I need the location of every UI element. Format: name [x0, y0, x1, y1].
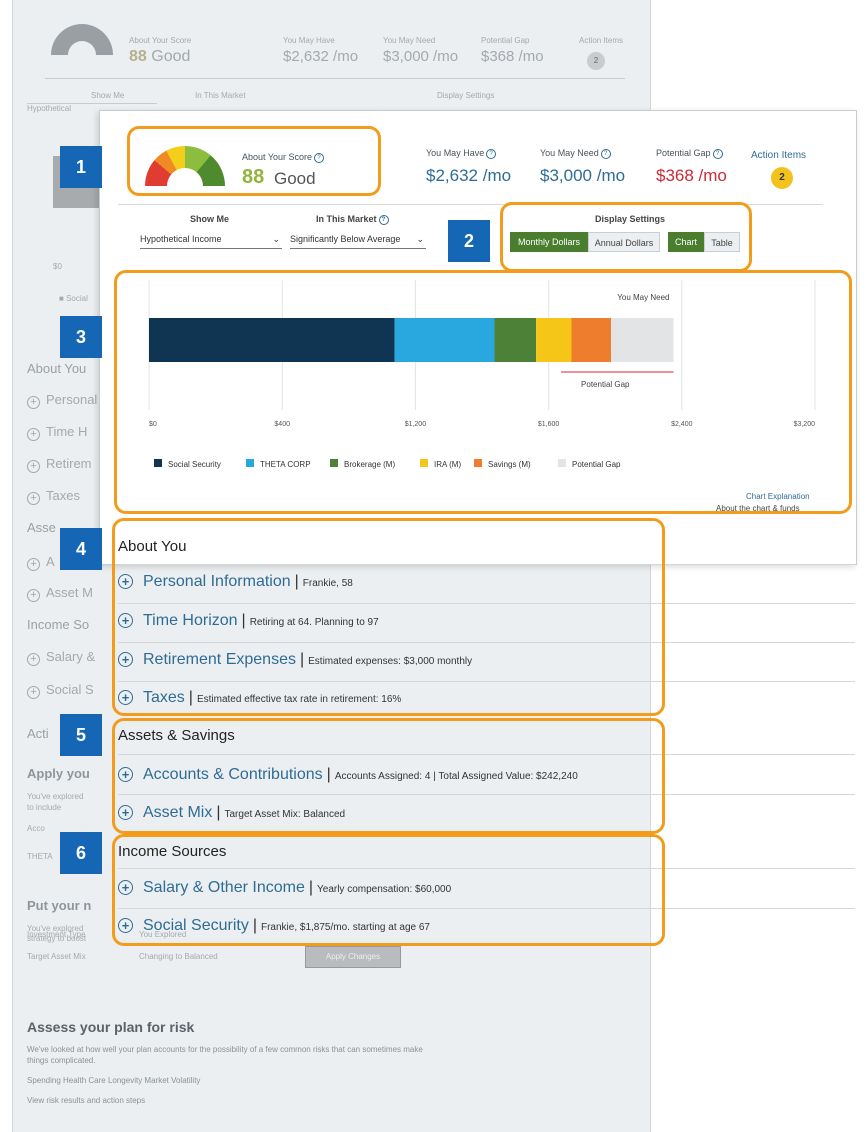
callout-4: 4 — [60, 528, 102, 570]
callout-6: 6 — [60, 832, 102, 874]
callout-1: 1 — [60, 146, 102, 188]
highlight-5 — [112, 718, 665, 834]
highlight-6 — [112, 834, 665, 946]
callout-2: 2 — [448, 220, 490, 262]
callout-5: 5 — [60, 714, 102, 756]
callout-3: 3 — [60, 316, 102, 358]
highlight-3 — [114, 270, 852, 514]
highlight-1 — [127, 126, 381, 196]
highlight-4 — [112, 518, 665, 716]
highlight-2 — [500, 202, 752, 272]
